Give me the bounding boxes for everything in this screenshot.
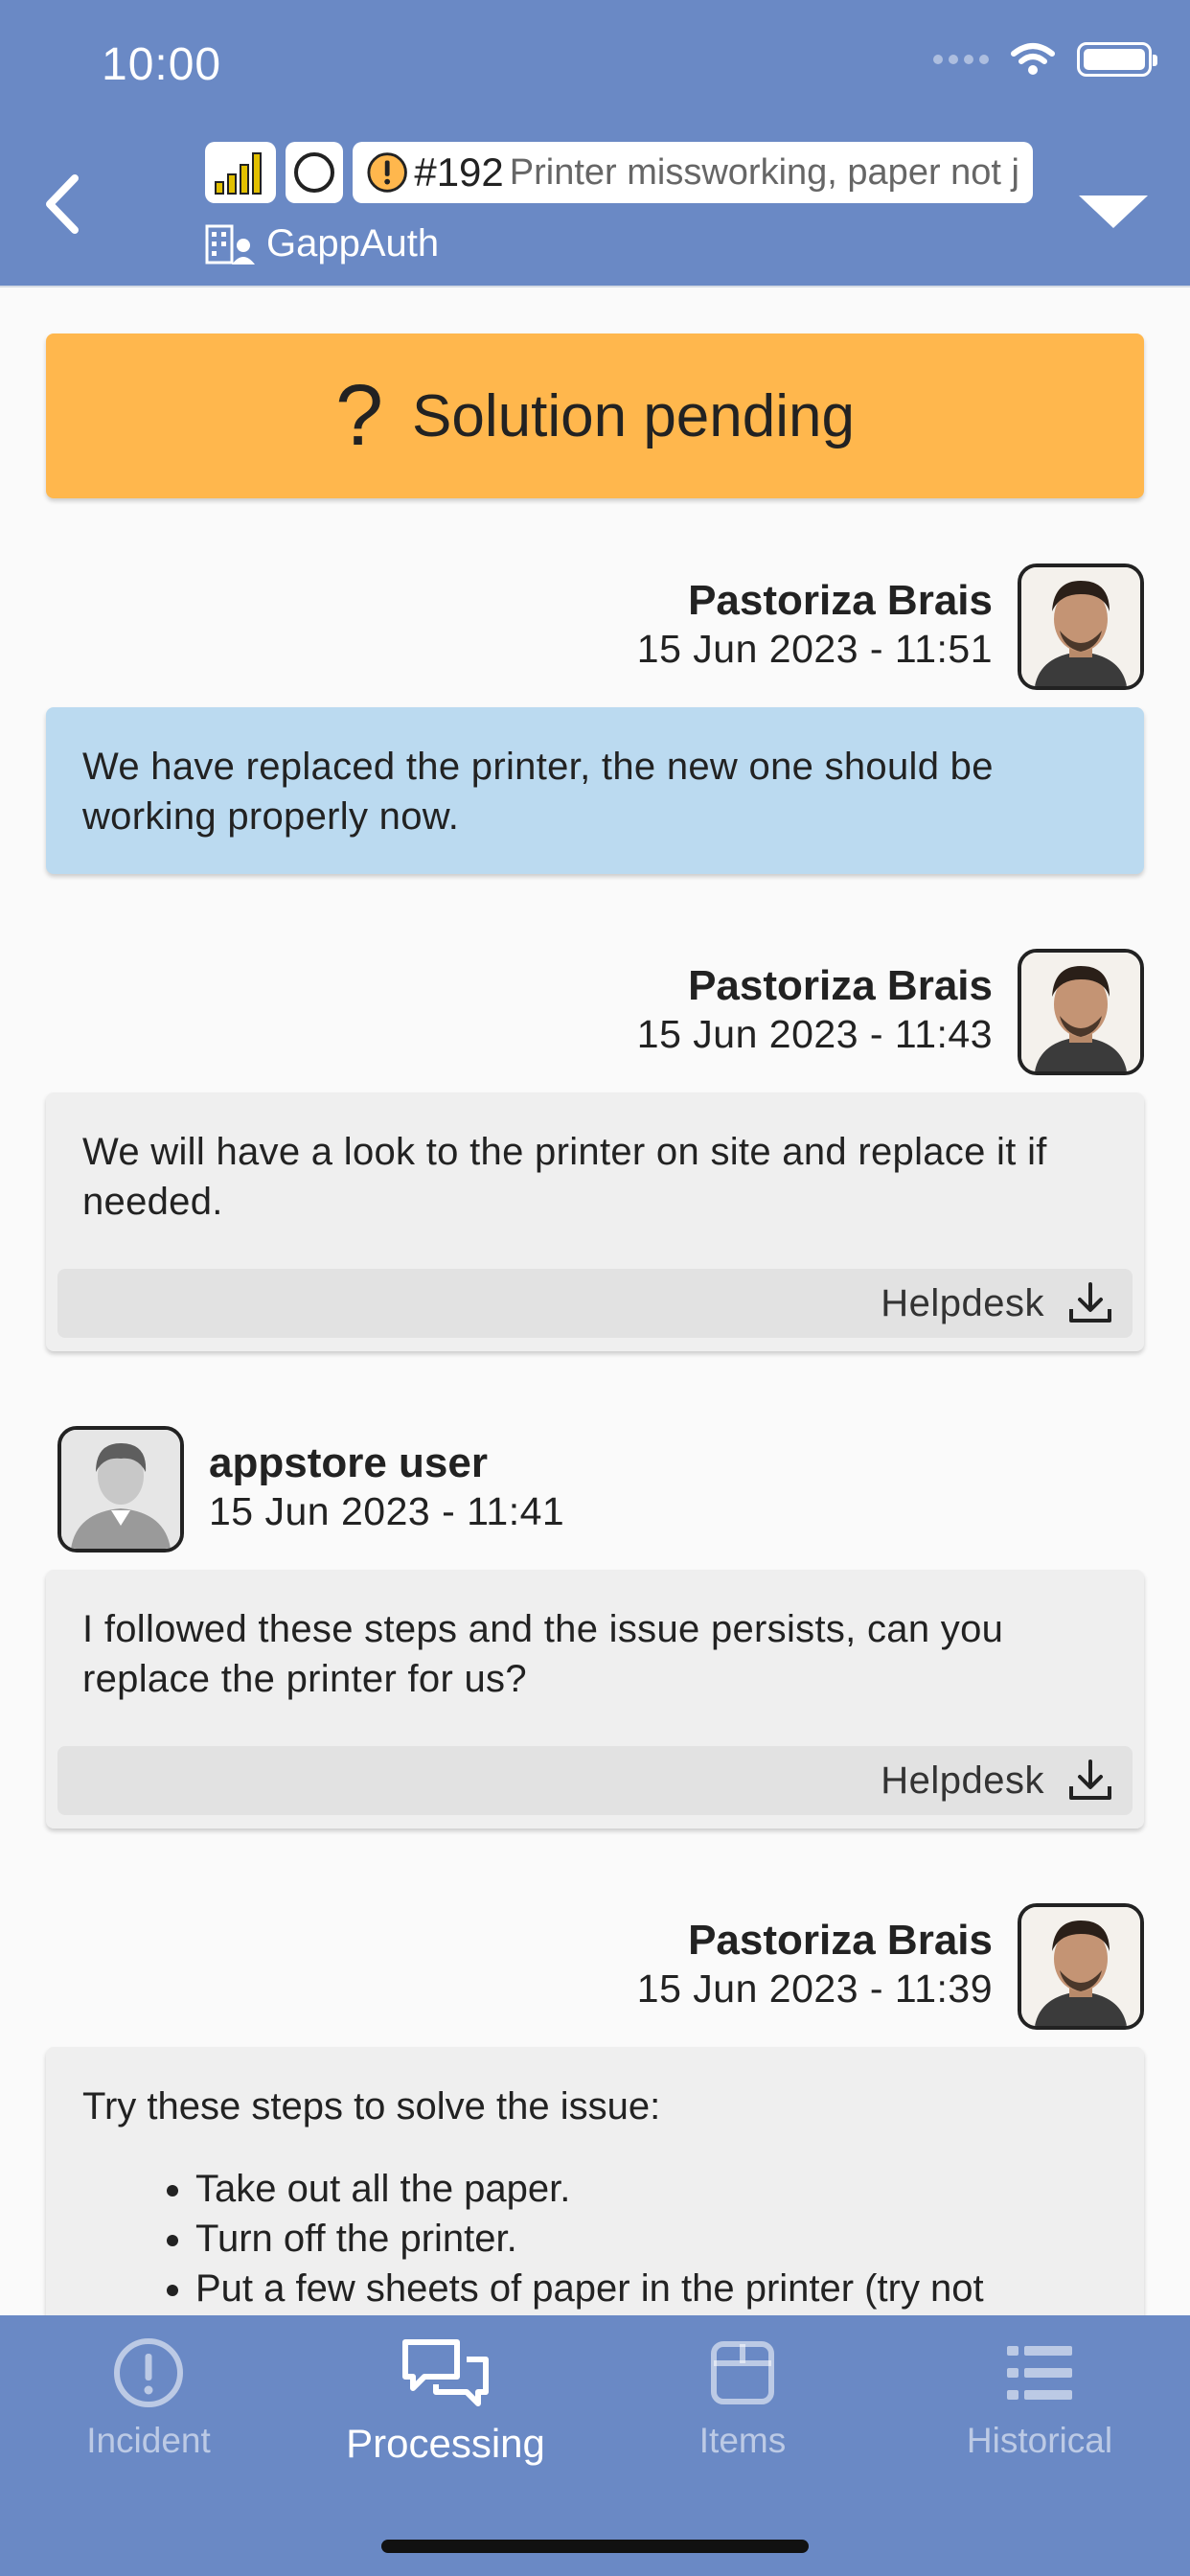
message-date: 15 Jun 2023 - 11:51 [636,627,993,671]
message-bubble: We will have a look to the printer on si… [46,1092,1144,1351]
message-author: appstore user [209,1439,488,1486]
list-item: Turn off the printer. [195,2214,1108,2264]
avatar [1018,564,1144,690]
message-text: We have replaced the printer, the new on… [82,746,994,838]
list-icon [1007,2346,1072,2400]
message-date: 15 Jun 2023 - 11:43 [636,1012,993,1056]
tab-label: Items [698,2421,787,2460]
company-building-icon [205,224,255,264]
avatar [1018,1903,1144,2030]
message-bubble: I followed these steps and the issue per… [46,1570,1144,1828]
tab-label: Historical [966,2421,1113,2460]
avatar [57,1426,184,1552]
status-icons [933,42,1157,77]
priority-chip [205,142,276,203]
status-banner: ? Solution pending [46,334,1144,498]
list-item: Take out all the paper. [195,2164,1108,2214]
download-icon[interactable] [1067,1758,1113,1804]
agent-photo-icon [1021,953,1140,1071]
alert-circle-icon [114,2338,183,2407]
question-mark-icon: ? [334,368,384,464]
message-author: Pastoriza Brais [688,577,993,624]
steps-list: Take out all the paper. Turn off the pri… [82,2164,1108,2313]
list-item: Put a few sheets of paper in the printer… [195,2264,1108,2313]
message-author: Pastoriza Brais [688,1917,993,1964]
circle-status-icon [294,152,334,193]
attachment-footer[interactable]: Helpdesk [57,1746,1133,1815]
chevron-down-icon[interactable] [1075,188,1152,236]
tab-label: Processing [346,2421,545,2466]
agent-photo-icon [1021,1907,1140,2026]
box-icon [711,2341,774,2404]
footer-label: Helpdesk [881,1759,1044,1802]
message-date: 15 Jun 2023 - 11:41 [209,1489,565,1533]
message-bubble: We have replaced the printer, the new on… [46,707,1144,874]
ticket-chips: #192 Printer missworking, paper not j [205,142,1033,203]
user-silhouette-icon [61,1430,180,1549]
battery-icon [1077,42,1157,77]
ticket-title: Printer missworking, paper not j [509,151,1019,193]
status-chip [286,142,343,203]
wifi-icon [1011,43,1055,75]
priority-signal-icon [215,152,262,195]
steps-intro: Try these steps to solve the issue: [82,2085,661,2128]
ticket-number: #192 [414,150,504,195]
attachment-footer[interactable]: Helpdesk [57,1269,1133,1338]
footer-label: Helpdesk [881,1281,1044,1324]
message-date: 15 Jun 2023 - 11:39 [636,1966,993,2011]
ticket-chip[interactable]: #192 Printer missworking, paper not j [353,142,1033,203]
tab-items[interactable]: Items [594,2336,891,2461]
bottom-tab-bar: Incident Processing Items Historical [0,2315,1190,2576]
app-header: 10:00 #192 Printer missworking, paper no… [0,0,1190,288]
chat-bubbles-icon [402,2339,489,2406]
company-name: GappAuth [266,222,440,264]
back-chevron-icon[interactable] [38,171,86,238]
status-banner-label: Solution pending [412,382,855,449]
agent-photo-icon [1021,567,1140,686]
download-icon[interactable] [1067,1280,1113,1326]
message-text: Try these steps to solve the issue: Take… [46,2047,1144,2313]
message-text: We will have a look to the printer on si… [82,1131,1047,1223]
message-header: Pastoriza Brais 15 Jun 2023 - 11:51 [637,564,1144,690]
message-header: Pastoriza Brais 15 Jun 2023 - 11:39 [637,1903,1144,2030]
message-author: Pastoriza Brais [688,962,993,1009]
tab-processing[interactable]: Processing [297,2336,594,2467]
tab-label: Incident [86,2421,211,2460]
warning-icon [367,152,407,193]
message-text: I followed these steps and the issue per… [82,1608,1004,1700]
avatar [1018,949,1144,1075]
tab-incident[interactable]: Incident [0,2336,297,2461]
home-indicator[interactable] [381,2540,809,2553]
status-time: 10:00 [102,39,222,90]
cellular-dots-icon [933,55,989,64]
company-label: GappAuth [205,222,439,265]
message-header: Pastoriza Brais 15 Jun 2023 - 11:43 [637,949,1144,1075]
tab-historical[interactable]: Historical [891,2336,1188,2461]
message-header: appstore user 15 Jun 2023 - 11:41 [57,1426,564,1552]
